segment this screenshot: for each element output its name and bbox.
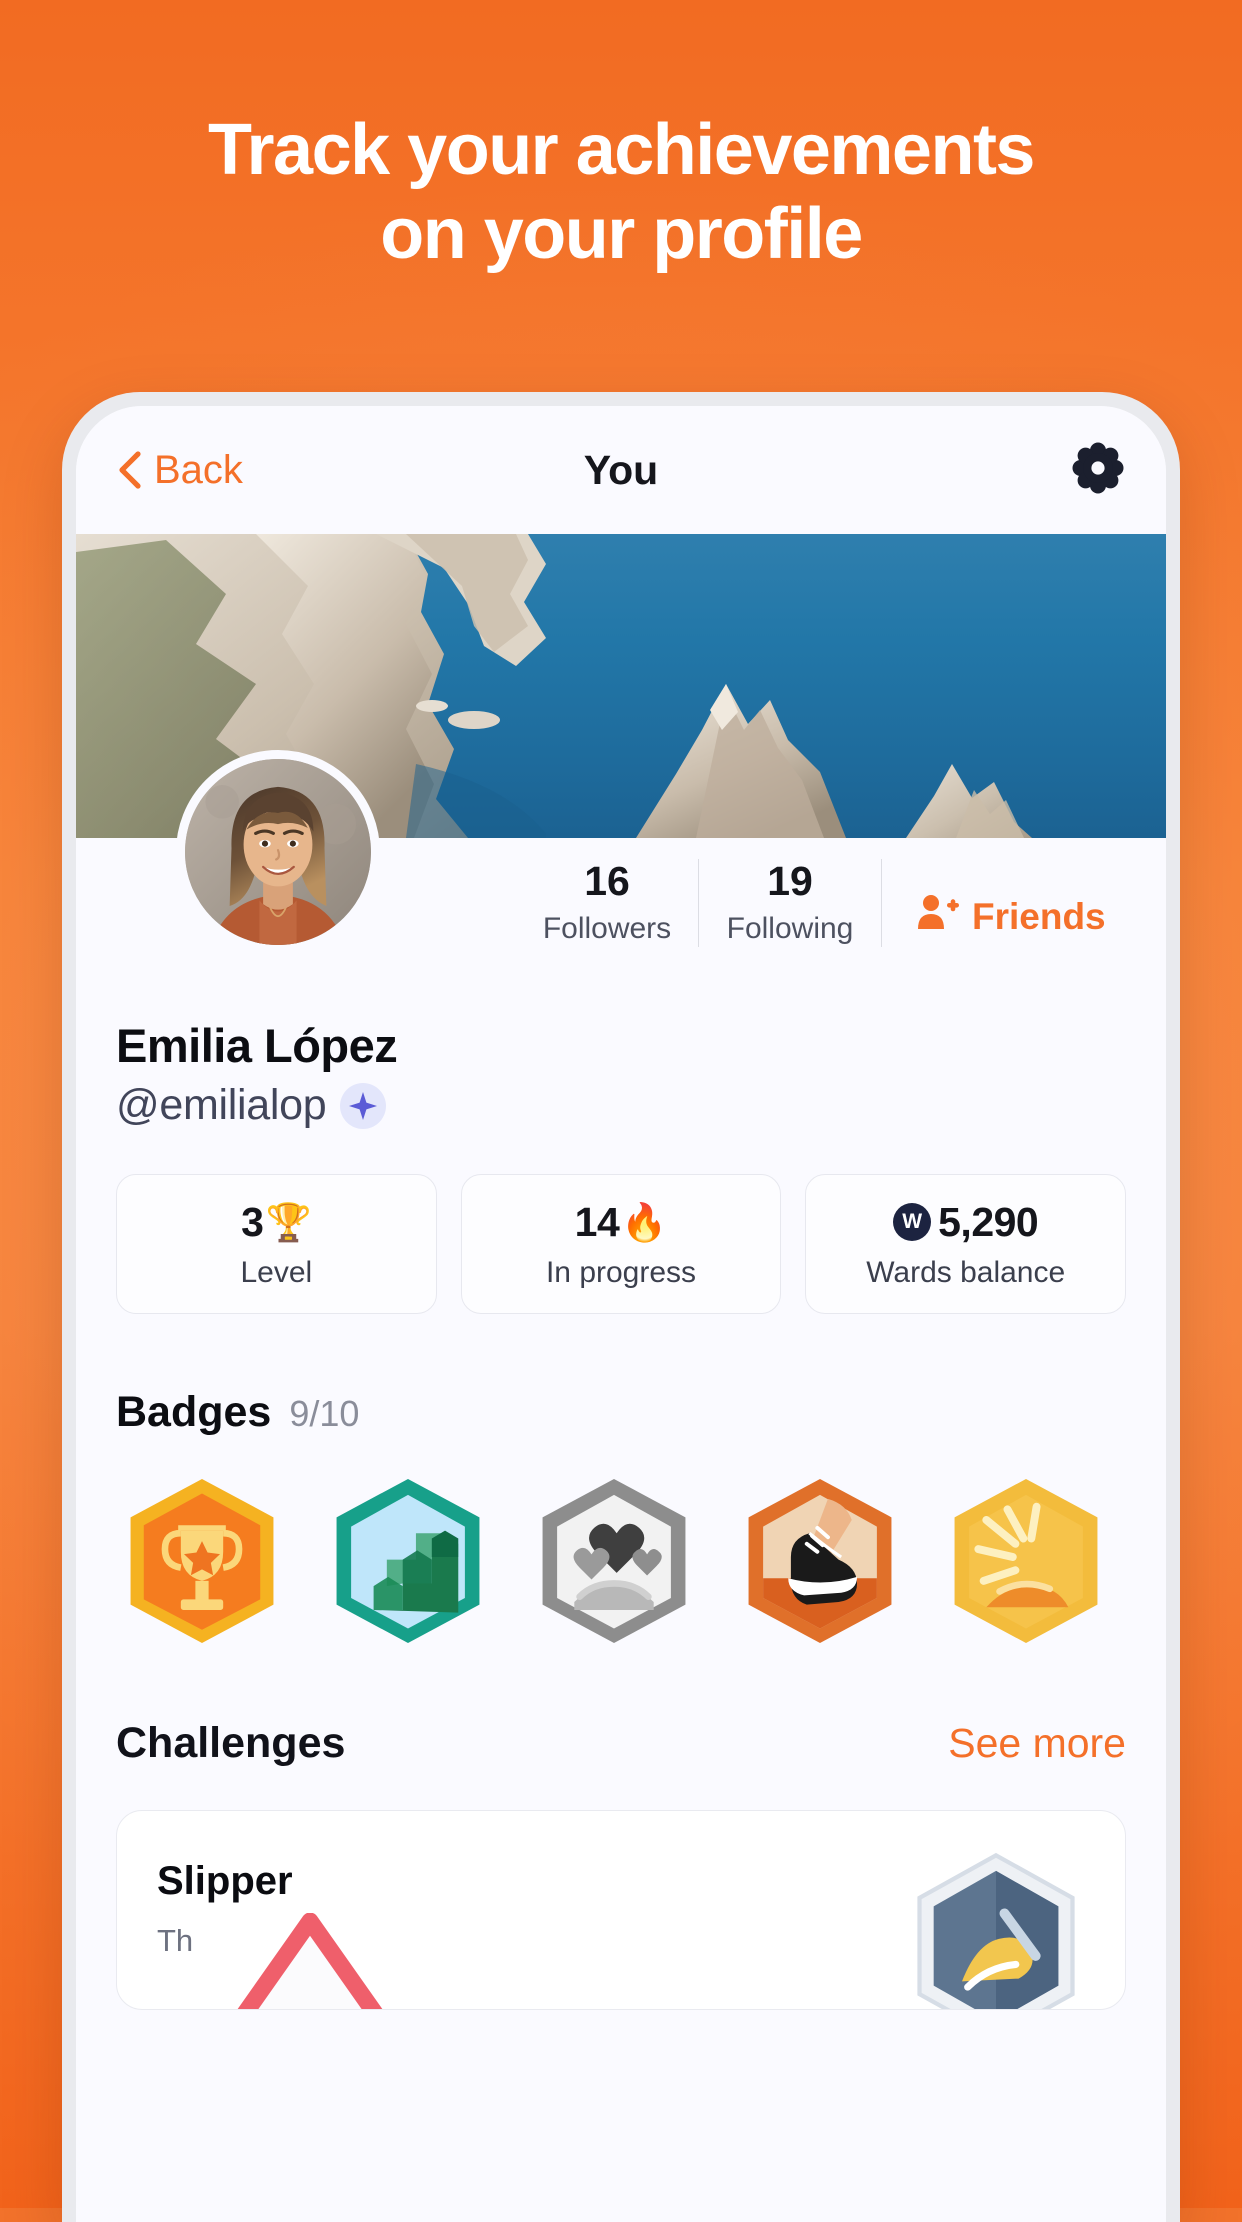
friends-label: Friends [972,895,1106,937]
wards-coin-icon: W [893,1203,932,1241]
challenge-card[interactable]: Slipper Th [116,1810,1126,2010]
badges-row[interactable] [76,1437,1166,1647]
stat-card-level[interactable]: 3 🏆 Level [116,1174,437,1314]
stat-following[interactable]: 19 Following [699,856,881,950]
wards-value: 5,290 [938,1198,1039,1245]
avatar-image [185,759,371,945]
display-name: Emilia López [116,1019,398,1072]
badge-stairs[interactable] [322,1475,494,1647]
trophy-icon [130,1478,274,1644]
level-caption: Level [240,1255,313,1289]
stat-followers[interactable]: 16 Followers [516,856,698,950]
phone-mockup: Back You 16 Followers 19 Following Frien… [62,392,1180,2222]
challenges-title: Challenges [116,1719,346,1767]
identity-block: Emilia López @emilialop [76,1012,1166,1130]
following-label: Following [726,912,854,946]
challenge-decor-triangle-icon [195,1913,425,2009]
stats-divider [881,858,882,947]
avatar[interactable] [176,750,380,954]
in-progress-caption: In progress [545,1255,697,1289]
challenge-name: Slipper [157,1859,293,1903]
stairs-icon [336,1478,480,1644]
stat-card-progress-value-row: 14 🔥 [575,1199,668,1246]
hand-hearts-icon [542,1478,686,1644]
stat-card-in-progress[interactable]: 14 🔥 In progress [460,1174,782,1314]
stat-card-wards[interactable]: W 5,290 Wards balance [805,1174,1127,1314]
badges-title: Badges [116,1388,272,1436]
challenges-see-more-link[interactable]: See more [948,1720,1126,1767]
sneaker-icon [748,1478,892,1644]
back-button[interactable]: Back [116,448,243,493]
sparkle-badge-icon[interactable] [340,1082,387,1129]
fire-icon: 🔥 [621,1201,668,1243]
followers-count: 16 [584,858,630,904]
challenge-subtitle: Th [157,1923,194,1958]
headline-line-1: Track your achievements [208,110,1035,190]
promo-headline: Track your achievements on your profile [0,108,1242,276]
navigation-bar: Back You [76,406,1166,534]
phone-screen: Back You 16 Followers 19 Following Frien… [76,406,1166,2222]
trophy-icon: 🏆 [265,1201,312,1243]
person-add-icon [916,892,960,941]
stat-card-level-value-row: 3 🏆 [241,1199,311,1246]
badge-sneaker[interactable] [734,1475,906,1647]
handle-row: @emilialop [116,1081,1126,1130]
wards-caption: Wards balance [866,1255,1066,1289]
badge-trophy[interactable] [116,1475,288,1647]
badges-count: 9/10 [289,1393,360,1434]
back-button-label: Back [154,447,243,492]
stat-card-wards-value-row: W 5,290 [893,1198,1039,1246]
in-progress-value: 14 [574,1198,620,1245]
level-value: 3 [241,1198,264,1245]
challenges-header: Challenges See more [76,1647,1166,1768]
badge-sunburst[interactable] [940,1475,1112,1647]
following-count: 19 [767,858,813,904]
stat-cards: 3 🏆 Level 14 🔥 In progress W 5,290 Wards… [76,1130,1166,1314]
gear-icon [1071,441,1125,500]
friends-button[interactable]: Friends [916,892,1106,941]
settings-button[interactable] [1070,442,1126,498]
profile-stats: 16 Followers 19 Following Friends [516,856,1126,950]
followers-label: Followers [542,912,672,946]
badges-header: Badges 9/10 [76,1314,1166,1437]
headline-line-2: on your profile [380,194,863,275]
sunburst-icon [954,1478,1098,1644]
profile-header-row: 16 Followers 19 Following Friends [76,750,1166,1012]
badge-hearts-in-hand[interactable] [528,1475,700,1647]
chevron-left-icon [116,451,142,489]
handle: @emilialop [116,1081,327,1129]
slipper-hex-badge-icon [911,1851,1081,2009]
